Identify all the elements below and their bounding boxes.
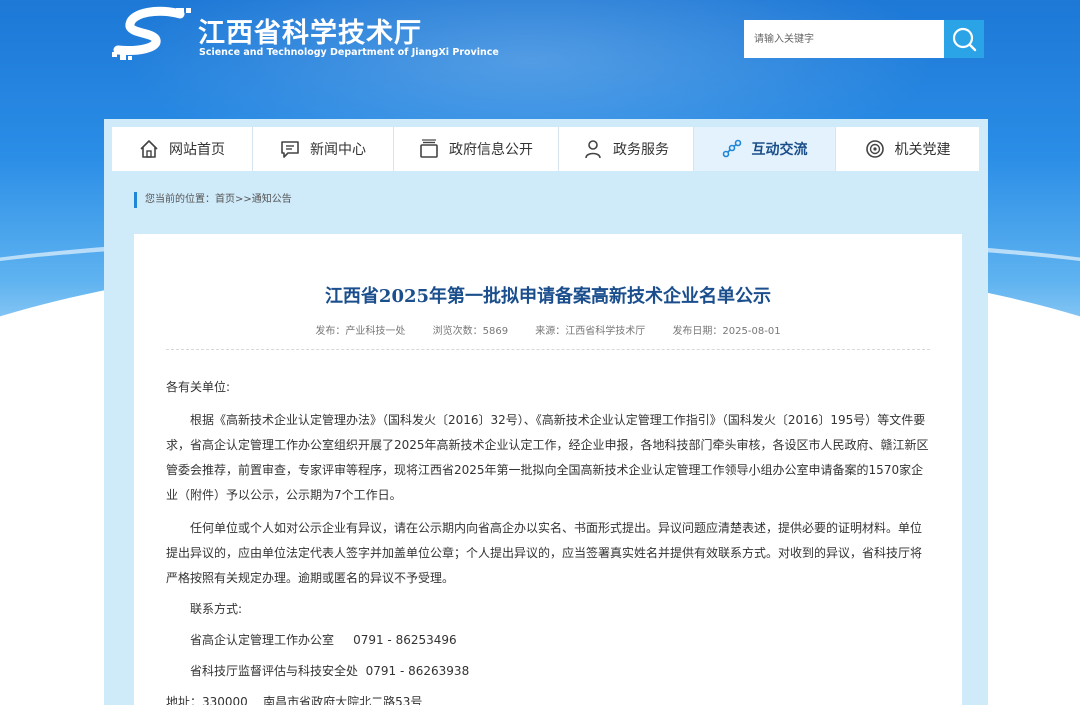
breadcrumb: 您当前的位置：首页>>通知公告 <box>134 192 292 208</box>
paragraph-1: 根据《高新技术企业认定管理办法》（国科发火〔2016〕32号）、《高新技术企业认… <box>166 413 929 502</box>
search-input[interactable] <box>744 20 944 58</box>
site-logo[interactable]: 江西省科学技术厅 Science and Technology Departme… <box>110 6 499 64</box>
contact-office: 省高企认定管理工作办公室 0791 - 86253496 <box>190 633 457 647</box>
article-panel: 江西省2025年第一批拟申请备案高新技术企业名单公示 发布：产业科技一处 浏览次… <box>134 234 962 705</box>
nav-label: 新闻中心 <box>310 142 366 158</box>
salutation: 各有关单位: <box>166 380 231 394</box>
breadcrumb-separator: >> <box>235 194 252 205</box>
article-title: 江西省2025年第一批拟申请备案高新技术企业名单公示 <box>324 286 772 307</box>
nav-label: 机关党建 <box>894 142 951 158</box>
article-body: 各有关单位: 根据《高新技术企业认定管理办法》（国科发火〔2016〕32号）、《… <box>166 375 930 705</box>
meta-publisher: 发布：产业科技一处 <box>315 326 406 337</box>
breadcrumb-current-link[interactable]: 通知公告 <box>252 194 292 205</box>
nav-label: 政务服务 <box>613 142 669 158</box>
nav-item-interaction[interactable]: 互动交流 <box>694 127 836 171</box>
meta-source: 来源：江西省科学技术厅 <box>535 326 646 337</box>
meta-date: 发布日期：2025-08-01 <box>672 326 781 337</box>
user-icon <box>585 140 601 159</box>
main-nav: 网站首页 新闻中心 政府信息公开 政务服务 互动交流 机关党建 <box>112 127 979 171</box>
chat-icon <box>281 141 299 158</box>
article-meta: 发布：产业科技一处 浏览次数：5869 来源：江西省科学技术厅 发布日期：202… <box>134 322 962 337</box>
nav-item-gov-info[interactable]: 政府信息公开 <box>394 127 559 171</box>
breadcrumb-home-link[interactable]: 首页 <box>215 194 235 205</box>
folder-icon <box>420 139 438 158</box>
site-title: 江西省科学技术厅 <box>198 18 422 49</box>
nav-item-news[interactable]: 新闻中心 <box>253 127 394 171</box>
nav-label: 政府信息公开 <box>449 142 533 158</box>
contact-address: 地址：330000 南昌市省政府大院北二路53号 <box>166 695 423 705</box>
nav-label: 网站首页 <box>169 142 225 158</box>
site-subtitle: Science and Technology Department of Jia… <box>199 47 499 58</box>
meta-views: 浏览次数：5869 <box>432 326 509 337</box>
contact-supervision: 省科技厅监督评估与科技安全处 0791 - 86263938 <box>190 664 470 678</box>
nav-label: 互动交流 <box>751 142 808 158</box>
paragraph-2: 任何单位或个人如对公示企业有异议，请在公示期内向省高企办以实名、书面形式提出。异… <box>166 521 923 585</box>
search-icon <box>952 27 977 52</box>
nav-item-party[interactable]: 机关党建 <box>836 127 979 171</box>
search-box <box>744 20 984 58</box>
breadcrumb-prefix: 您当前的位置： <box>145 194 215 205</box>
badge-icon <box>865 140 884 158</box>
nav-item-services[interactable]: 政务服务 <box>559 127 694 171</box>
logo-s-icon <box>112 6 191 60</box>
search-button[interactable] <box>944 20 984 58</box>
home-icon <box>140 140 158 158</box>
meta-divider <box>166 349 930 350</box>
contact-label: 联系方式: <box>190 602 243 616</box>
nav-item-home[interactable]: 网站首页 <box>112 127 253 171</box>
connect-icon <box>722 139 741 158</box>
